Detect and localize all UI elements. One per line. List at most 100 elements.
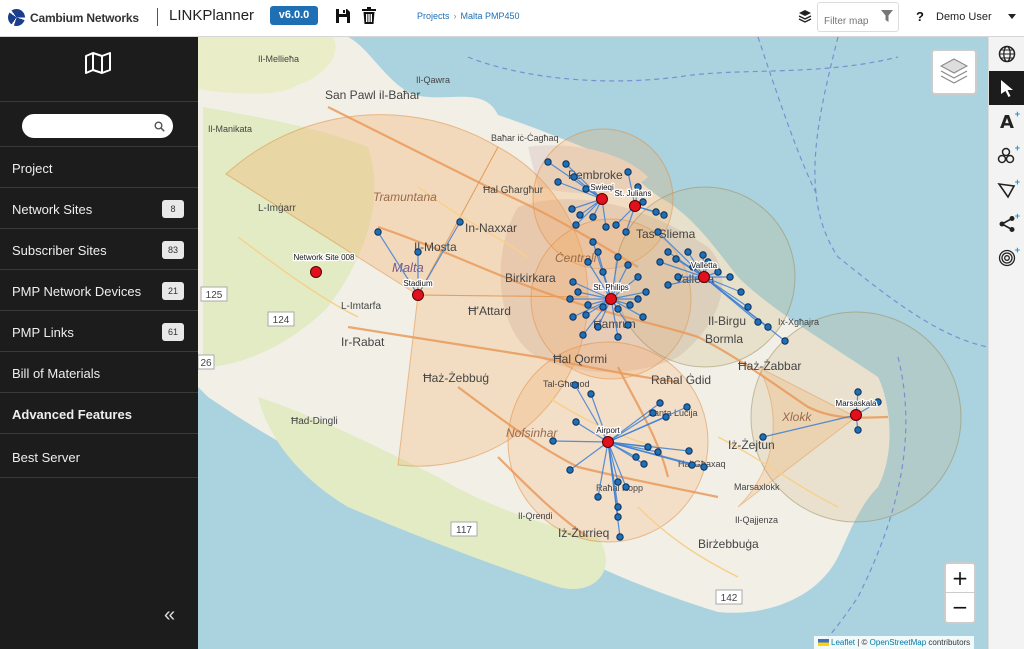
sidebar-item-best-server[interactable]: Best Server [0,434,198,478]
subscriber-site-marker[interactable] [639,313,647,321]
subscriber-site-marker[interactable] [854,388,862,396]
subscriber-site-marker[interactable] [572,221,580,229]
subscriber-site-marker[interactable] [700,463,708,471]
add-text-tool[interactable]: A + [989,105,1024,139]
subscriber-site-marker[interactable] [374,228,382,236]
subscriber-site-marker[interactable] [662,413,670,421]
subscriber-site-marker[interactable] [642,288,650,296]
subscriber-site-marker[interactable] [599,303,607,311]
subscriber-site-marker[interactable] [634,273,642,281]
subscriber-site-marker[interactable] [754,318,762,326]
sidebar-search-input[interactable] [22,114,173,138]
subscriber-site-marker[interactable] [579,331,587,339]
brand-logo[interactable]: Cambium Networks [8,9,139,26]
subscriber-site-marker[interactable] [640,460,648,468]
sidebar-item-pmp-links[interactable]: PMP Links 61 [0,311,198,352]
caret-down-icon[interactable] [1008,14,1016,20]
leaflet-link[interactable]: Leaflet [831,638,855,647]
osm-link[interactable]: OpenStreetMap [870,638,926,647]
network-site-marker[interactable] [850,409,862,421]
subscriber-site-marker[interactable] [685,447,693,455]
subscriber-site-marker[interactable] [764,323,772,331]
search-icon[interactable] [154,121,165,132]
subscriber-site-marker[interactable] [612,221,620,229]
subscriber-site-marker[interactable] [544,158,552,166]
subscriber-site-marker[interactable] [654,228,662,236]
subscriber-site-marker[interactable] [576,211,584,219]
subscriber-site-marker[interactable] [660,211,668,219]
subscriber-site-marker[interactable] [568,205,576,213]
subscriber-site-marker[interactable] [654,448,662,456]
subscriber-site-marker[interactable] [584,258,592,266]
subscriber-site-marker[interactable] [649,409,657,417]
layers-control[interactable] [931,49,977,95]
subscriber-site-marker[interactable] [594,248,602,256]
subscriber-site-marker[interactable] [737,288,745,296]
network-site-marker[interactable] [605,293,617,305]
subscriber-site-marker[interactable] [634,295,642,303]
subscriber-site-marker[interactable] [614,503,622,511]
subscriber-site-marker[interactable] [632,453,640,461]
subscriber-site-marker[interactable] [684,248,692,256]
subscriber-site-marker[interactable] [624,168,632,176]
sidebar-item-bill-of-materials[interactable]: Bill of Materials [0,352,198,393]
subscriber-site-marker[interactable] [589,213,597,221]
subscriber-site-marker[interactable] [589,238,597,246]
network-site-marker[interactable] [412,289,424,301]
version-badge[interactable]: v6.0.0 [270,6,318,25]
sidebar-item-subscriber-sites[interactable]: Subscriber Sites 83 [0,229,198,270]
subscriber-site-marker[interactable] [566,466,574,474]
layers-icon[interactable] [798,9,812,23]
subscriber-site-marker[interactable] [672,255,680,263]
globe-tool[interactable] [989,37,1024,71]
pointer-tool[interactable] [989,71,1024,105]
subscriber-site-marker[interactable] [574,288,582,296]
subscriber-site-marker[interactable] [562,160,570,168]
sidebar-item-project[interactable]: Project [0,147,198,188]
network-site-marker[interactable] [629,200,641,212]
subscriber-site-marker[interactable] [656,399,664,407]
subscriber-site-marker[interactable] [624,321,632,329]
breadcrumb-projects[interactable]: Projects [417,11,450,21]
subscriber-site-marker[interactable] [571,381,579,389]
map-icon[interactable] [85,52,111,74]
subscriber-site-marker[interactable] [854,426,862,434]
subscriber-site-marker[interactable] [614,513,622,521]
subscriber-site-marker[interactable] [582,185,590,193]
subscriber-site-marker[interactable] [614,305,622,313]
sidebar-map-header[interactable] [0,37,198,102]
subscriber-site-marker[interactable] [622,228,630,236]
subscriber-site-marker[interactable] [614,478,622,486]
user-menu[interactable]: Demo User [936,11,992,23]
subscriber-site-marker[interactable] [582,311,590,319]
add-coverage-tool[interactable]: + [989,241,1024,275]
trash-icon[interactable] [359,6,379,26]
network-site-marker[interactable] [602,436,614,448]
subscriber-site-marker[interactable] [699,251,707,259]
subscriber-site-marker[interactable] [626,301,634,309]
subscriber-site-marker[interactable] [639,198,647,206]
network-site-marker[interactable] [698,271,710,283]
subscriber-site-marker[interactable] [726,273,734,281]
subscriber-site-marker[interactable] [584,301,592,309]
subscriber-site-marker[interactable] [688,461,696,469]
filter-icon[interactable] [881,10,893,22]
add-sites-tool[interactable]: + [989,139,1024,173]
save-icon[interactable] [333,6,353,26]
sidebar-item-advanced-features[interactable]: Advanced Features [0,393,198,434]
help-icon[interactable]: ? [916,9,924,24]
subscriber-site-marker[interactable] [569,313,577,321]
subscriber-site-marker[interactable] [602,223,610,231]
network-site-marker[interactable] [310,266,322,278]
subscriber-site-marker[interactable] [570,173,578,181]
subscriber-site-marker[interactable] [594,323,602,331]
subscriber-site-marker[interactable] [674,273,682,281]
subscriber-site-marker[interactable] [414,248,422,256]
subscriber-site-marker[interactable] [644,443,652,451]
subscriber-site-marker[interactable] [656,258,664,266]
subscriber-site-marker[interactable] [587,390,595,398]
subscriber-site-marker[interactable] [652,208,660,216]
subscriber-site-marker[interactable] [614,253,622,261]
subscriber-site-marker[interactable] [594,493,602,501]
subscriber-site-marker[interactable] [456,218,464,226]
